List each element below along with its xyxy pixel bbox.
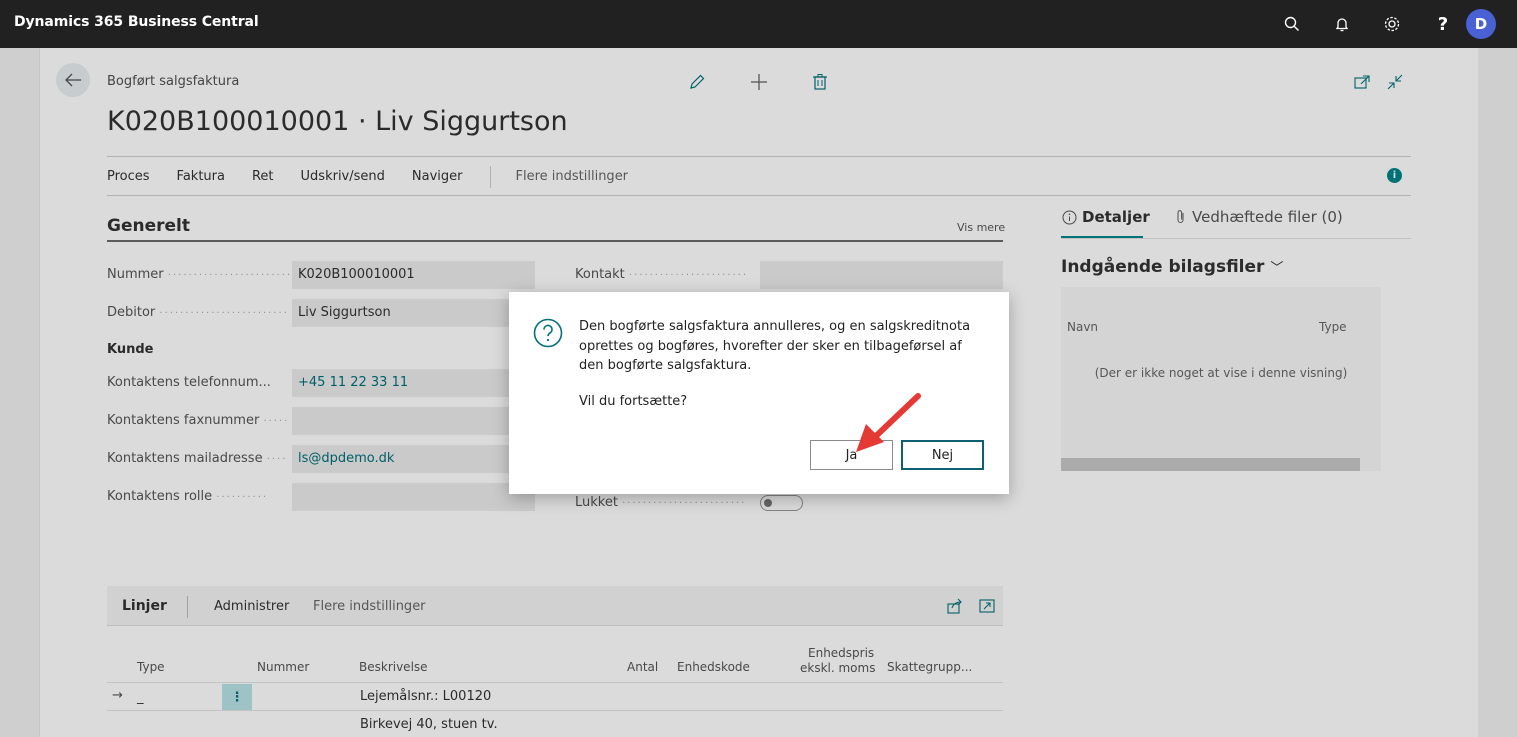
app-title[interactable]: Dynamics 365 Business Central: [14, 14, 259, 30]
gear-icon[interactable]: [1380, 12, 1404, 36]
dialog-message: Den bogførte salgsfaktura annulleres, og…: [579, 319, 971, 373]
bell-icon[interactable]: [1330, 12, 1354, 36]
question-icon: [533, 318, 563, 348]
help-icon[interactable]: ?: [1431, 12, 1455, 36]
annotation-arrow-icon: [856, 393, 921, 452]
top-bar: Dynamics 365 Business Central ? D: [0, 0, 1517, 48]
search-icon[interactable]: [1280, 12, 1304, 36]
avatar[interactable]: D: [1466, 9, 1496, 39]
dialog-question: Vil du fortsætte?: [579, 394, 688, 409]
